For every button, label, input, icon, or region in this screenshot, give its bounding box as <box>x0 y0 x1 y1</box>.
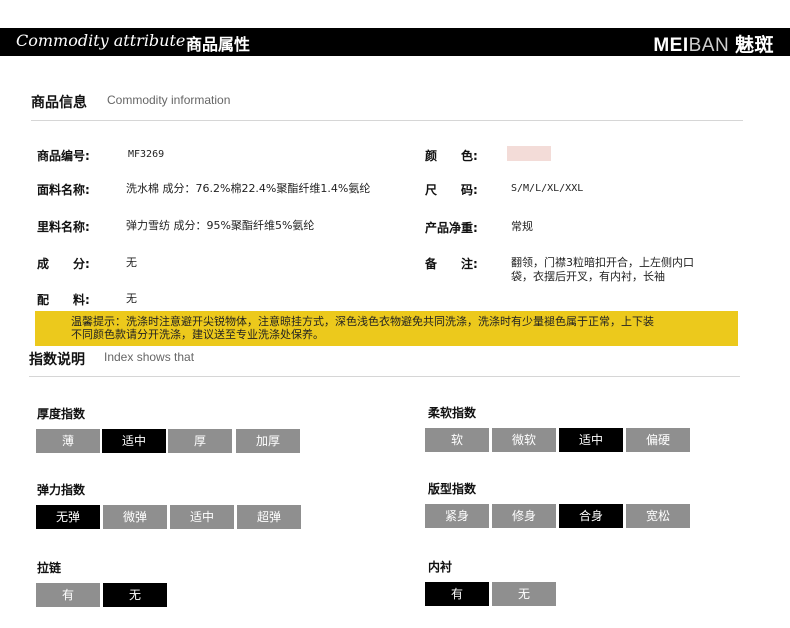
header-bar: Commodity attribute 商品属性 MEIBAN 魅斑 <box>0 28 790 56</box>
thickness-option-thick: 厚 <box>168 429 232 453</box>
field-value-composition: 无 <box>126 256 137 269</box>
index-title-zipper: 拉链 <box>37 561 62 575</box>
brand-logo-ban: BAN <box>688 35 730 56</box>
header-en-title: Commodity attribute <box>16 31 186 50</box>
field-label-product-number: 商品编号: <box>37 149 90 163</box>
field-label-size: 尺 码: <box>425 183 478 197</box>
index-title-lining: 内衬 <box>428 560 453 574</box>
field-label-color: 颜 色: <box>425 149 478 163</box>
field-value-accessories: 无 <box>126 292 137 305</box>
lining-option-no: 无 <box>492 582 556 606</box>
fit-option-slim: 修身 <box>492 504 556 528</box>
field-value-remarks-line1: 翻领，门襟3粒暗扣开合，上左侧内口 <box>511 256 694 269</box>
field-label-remarks: 备 注: <box>425 257 478 271</box>
field-label-fabric: 面料名称: <box>37 183 90 197</box>
softness-option-stiff: 偏硬 <box>626 428 690 452</box>
thickness-option-medium: 适中 <box>102 429 166 453</box>
field-label-accessories: 配 料: <box>37 293 90 307</box>
index-section-subtitle: Index shows that <box>104 350 195 364</box>
care-notice: 温馨提示：洗涤时注意避开尖锐物体，注意晾挂方式，深色浅色衣物避免共同洗涤，洗涤时… <box>35 311 738 346</box>
field-value-size: S/M/L/XL/XXL <box>511 183 584 194</box>
field-label-composition: 成 分: <box>37 257 90 271</box>
thickness-option-thin: 薄 <box>36 429 100 453</box>
index-divider <box>29 376 740 377</box>
thickness-option-extra-thick: 加厚 <box>236 429 300 453</box>
softness-option-slightly-soft: 微软 <box>492 428 556 452</box>
header-cn-title: 商品属性 <box>186 35 251 54</box>
info-section-title: 商品信息 <box>31 95 87 111</box>
elasticity-option-slight: 微弹 <box>103 505 167 529</box>
info-divider <box>31 120 743 121</box>
softness-option-medium: 适中 <box>559 428 623 452</box>
field-value-remarks-line2: 袋，衣摆后开叉，有内衬，长袖 <box>511 270 665 283</box>
field-value-net-weight: 常规 <box>511 220 533 233</box>
field-label-lining: 里料名称: <box>37 220 90 234</box>
index-title-elasticity: 弹力指数 <box>37 483 86 497</box>
index-section-title: 指数说明 <box>29 352 85 368</box>
brand-logo-cn: 魅斑 <box>734 35 774 56</box>
field-value-product-number: MF3269 <box>128 149 165 160</box>
lining-option-yes: 有 <box>425 582 489 606</box>
brand-logo: MEIBAN 魅斑 <box>653 30 774 57</box>
elasticity-option-medium: 适中 <box>170 505 234 529</box>
fit-option-tight: 紧身 <box>425 504 489 528</box>
brand-logo-mei: MEI <box>653 35 689 56</box>
zipper-option-yes: 有 <box>36 583 100 607</box>
fit-option-regular: 合身 <box>559 504 623 528</box>
elasticity-option-super: 超弹 <box>237 505 301 529</box>
field-label-net-weight: 产品净重: <box>425 221 478 235</box>
softness-option-soft: 软 <box>425 428 489 452</box>
field-value-fabric: 洗水棉 成分：76.2%棉22.4%聚酯纤维1.4%氨纶 <box>126 182 371 195</box>
index-title-softness: 柔软指数 <box>428 406 477 420</box>
fit-option-loose: 宽松 <box>626 504 690 528</box>
care-notice-line2: 不同颜色款请分开洗涤，建议送至专业洗涤处保养。 <box>71 328 324 341</box>
field-value-lining: 弹力雪纺 成分：95%聚酯纤维5%氨纶 <box>126 219 315 232</box>
color-swatch <box>507 146 551 161</box>
elasticity-option-none: 无弹 <box>36 505 100 529</box>
info-section-subtitle: Commodity information <box>107 93 231 107</box>
care-notice-line1: 温馨提示：洗涤时注意避开尖锐物体，注意晾挂方式，深色浅色衣物避免共同洗涤，洗涤时… <box>71 315 654 328</box>
index-title-fit: 版型指数 <box>428 482 477 496</box>
index-title-thickness: 厚度指数 <box>37 407 86 421</box>
zipper-option-no: 无 <box>103 583 167 607</box>
